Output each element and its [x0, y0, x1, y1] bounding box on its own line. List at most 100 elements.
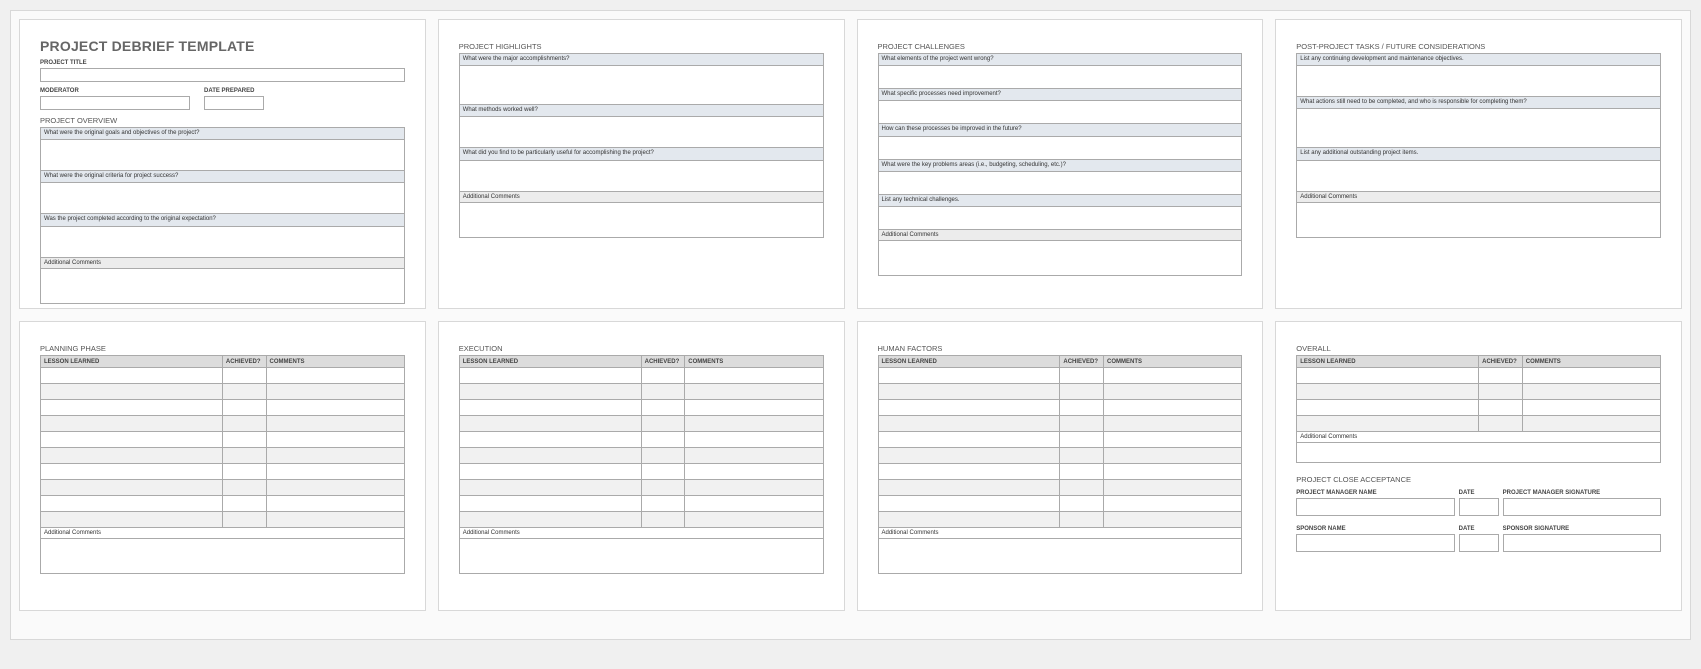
execution-th-comments: COMMENTS: [685, 356, 823, 368]
table-row[interactable]: [459, 416, 823, 432]
postproject-q2-field[interactable]: [1297, 109, 1660, 147]
highlights-additional-field[interactable]: [459, 203, 824, 238]
project-title-field[interactable]: [40, 68, 405, 82]
planning-th-comments: COMMENTS: [266, 356, 404, 368]
overview-q1-field[interactable]: [41, 140, 404, 170]
sponsor-sig-label: SPONSOR SIGNATURE: [1503, 526, 1661, 532]
overview-q3-field[interactable]: [41, 227, 404, 257]
table-row[interactable]: [878, 400, 1242, 416]
page-overall: OVERALL LESSON LEARNED ACHIEVED? COMMENT…: [1275, 321, 1682, 611]
execution-additional-field[interactable]: [459, 539, 824, 574]
table-row[interactable]: [459, 400, 823, 416]
planning-additional-field[interactable]: [40, 539, 405, 574]
page-planning: PLANNING PHASE LESSON LEARNED ACHIEVED? …: [19, 321, 426, 611]
table-row[interactable]: [459, 464, 823, 480]
postproject-q1-field[interactable]: [1297, 66, 1660, 96]
overview-additional-field[interactable]: [40, 269, 405, 304]
sponsor-date-field[interactable]: [1459, 534, 1499, 552]
human-additional-label: Additional Comments: [878, 528, 1243, 539]
challenges-heading: PROJECT CHALLENGES: [878, 42, 1243, 51]
challenges-q1-field[interactable]: [879, 66, 1242, 88]
postproject-q2-text: What actions still need to be completed,…: [1297, 97, 1660, 109]
table-row[interactable]: [459, 496, 823, 512]
pm-name-field[interactable]: [1296, 498, 1454, 516]
table-row[interactable]: [41, 416, 405, 432]
table-row[interactable]: [41, 448, 405, 464]
table-row[interactable]: [459, 368, 823, 384]
table-row[interactable]: [878, 448, 1242, 464]
challenges-q2-field[interactable]: [879, 101, 1242, 123]
table-row[interactable]: [41, 368, 405, 384]
pm-date-label: DATE: [1459, 490, 1499, 496]
table-row[interactable]: [1297, 400, 1661, 416]
highlights-q3-field[interactable]: [460, 161, 823, 191]
table-row[interactable]: [878, 480, 1242, 496]
challenges-q5-field[interactable]: [879, 207, 1242, 229]
pm-sig-field[interactable]: [1503, 498, 1661, 516]
sponsor-sig-field[interactable]: [1503, 534, 1661, 552]
challenges-q4: What were the key problems areas (i.e., …: [878, 160, 1243, 195]
human-additional-field[interactable]: [878, 539, 1243, 574]
overview-q1: What were the original goals and objecti…: [40, 127, 405, 171]
planning-th-achieved: ACHIEVED?: [222, 356, 266, 368]
table-row[interactable]: [878, 512, 1242, 528]
table-row[interactable]: [878, 432, 1242, 448]
table-row[interactable]: [459, 512, 823, 528]
challenges-q3-field[interactable]: [879, 137, 1242, 159]
table-row[interactable]: [459, 448, 823, 464]
table-row[interactable]: [41, 400, 405, 416]
postproject-heading: POST-PROJECT TASKS / FUTURE CONSIDERATIO…: [1296, 42, 1661, 51]
challenges-additional-label: Additional Comments: [878, 230, 1243, 241]
planning-table: LESSON LEARNED ACHIEVED? COMMENTS: [40, 355, 405, 528]
highlights-q1: What were the major accomplishments?: [459, 53, 824, 105]
table-row[interactable]: [878, 464, 1242, 480]
sponsor-name-field[interactable]: [1296, 534, 1454, 552]
highlights-q3: What did you find to be particularly use…: [459, 148, 824, 191]
table-row[interactable]: [459, 432, 823, 448]
challenges-q2-text: What specific processes need improvement…: [879, 89, 1242, 101]
template-grid: PROJECT DEBRIEF TEMPLATE PROJECT TITLE M…: [10, 10, 1691, 640]
table-row[interactable]: [1297, 368, 1661, 384]
table-row[interactable]: [878, 416, 1242, 432]
pm-name-label: PROJECT MANAGER NAME: [1296, 490, 1454, 496]
table-row[interactable]: [41, 384, 405, 400]
table-row[interactable]: [878, 496, 1242, 512]
postproject-q3: List any additional outstanding project …: [1296, 148, 1661, 191]
table-row[interactable]: [459, 384, 823, 400]
postproject-q3-field[interactable]: [1297, 161, 1660, 191]
pm-date-field[interactable]: [1459, 498, 1499, 516]
table-row[interactable]: [459, 480, 823, 496]
planning-heading: PLANNING PHASE: [40, 344, 405, 353]
table-row[interactable]: [878, 368, 1242, 384]
overall-additional-field[interactable]: [1296, 443, 1661, 463]
table-row[interactable]: [41, 480, 405, 496]
table-row[interactable]: [41, 432, 405, 448]
overview-q3-text: Was the project completed according to t…: [41, 214, 404, 226]
challenges-q5-text: List any technical challenges.: [879, 195, 1242, 207]
date-prepared-label: DATE PREPARED: [204, 88, 354, 94]
challenges-q1-text: What elements of the project went wrong?: [879, 54, 1242, 66]
highlights-q1-field[interactable]: [460, 66, 823, 104]
postproject-q1-text: List any continuing development and main…: [1297, 54, 1660, 66]
postproject-q1: List any continuing development and main…: [1296, 53, 1661, 97]
overview-q2-field[interactable]: [41, 183, 404, 213]
table-row[interactable]: [41, 464, 405, 480]
table-row[interactable]: [878, 384, 1242, 400]
challenges-additional-field[interactable]: [878, 241, 1243, 276]
highlights-q3-text: What did you find to be particularly use…: [460, 148, 823, 160]
pm-sig-label: PROJECT MANAGER SIGNATURE: [1503, 490, 1661, 496]
table-row[interactable]: [41, 512, 405, 528]
overview-additional-label: Additional Comments: [40, 258, 405, 269]
planning-th-lesson: LESSON LEARNED: [41, 356, 223, 368]
overall-additional-label: Additional Comments: [1296, 432, 1661, 443]
highlights-heading: PROJECT HIGHLIGHTS: [459, 42, 824, 51]
postproject-additional-field[interactable]: [1296, 203, 1661, 238]
moderator-field[interactable]: [40, 96, 190, 110]
table-row[interactable]: [41, 496, 405, 512]
highlights-q2-field[interactable]: [460, 117, 823, 147]
date-prepared-field[interactable]: [204, 96, 264, 110]
table-row[interactable]: [1297, 384, 1661, 400]
overall-th-lesson: LESSON LEARNED: [1297, 356, 1479, 368]
challenges-q4-field[interactable]: [879, 172, 1242, 194]
table-row[interactable]: [1297, 416, 1661, 432]
